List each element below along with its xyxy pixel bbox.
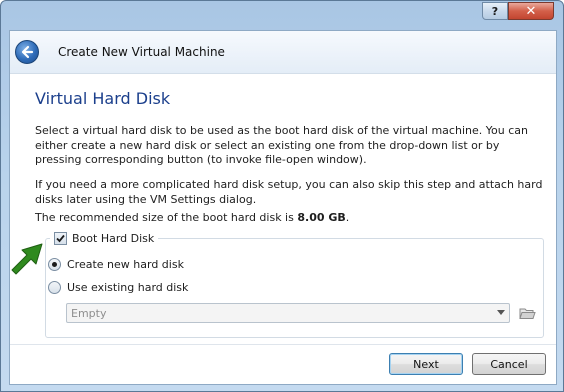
- green-arrow-icon: [11, 243, 43, 275]
- dialog-window: ? ✕ Create New Virtual Machine Virtual H…: [0, 0, 564, 392]
- window-titlebar: ? ✕: [1, 1, 564, 29]
- use-existing-disk-radio[interactable]: [48, 280, 61, 294]
- recommended-size-suffix: .: [345, 211, 350, 224]
- footer-divider: [10, 344, 556, 345]
- existing-disk-select[interactable]: Empty: [66, 303, 510, 323]
- cancel-button[interactable]: Cancel: [472, 353, 546, 375]
- boot-disk-checkbox[interactable]: [54, 231, 67, 245]
- next-button[interactable]: Next: [389, 353, 463, 375]
- hint-paragraph: If you need a more complicated hard disk…: [35, 178, 543, 206]
- boot-disk-checkbox-row[interactable]: Boot Hard Disk: [50, 230, 159, 246]
- create-new-disk-label: Create new hard disk: [67, 257, 184, 271]
- page-title: Virtual Hard Disk: [35, 89, 171, 108]
- window-title: Create New Virtual Machine: [58, 45, 225, 59]
- wizard-header: Create New Virtual Machine: [10, 31, 556, 74]
- folder-open-icon[interactable]: [518, 304, 536, 322]
- help-button[interactable]: ?: [482, 2, 508, 20]
- chevron-down-icon: [497, 310, 505, 315]
- dialog-body: Create New Virtual Machine Virtual Hard …: [9, 30, 557, 385]
- boot-disk-label: Boot Hard Disk: [72, 231, 155, 245]
- intro-paragraph: Select a virtual hard disk to be used as…: [35, 124, 528, 166]
- use-existing-disk-option[interactable]: Use existing hard disk: [48, 279, 188, 295]
- existing-disk-select-value: Empty: [71, 306, 107, 320]
- back-arrow-icon[interactable]: [15, 40, 39, 64]
- create-new-disk-option[interactable]: Create new hard disk: [48, 256, 184, 272]
- recommended-size-prefix: The recommended size of the boot hard di…: [35, 211, 298, 224]
- recommended-size-text: The recommended size of the boot hard di…: [35, 211, 545, 226]
- checkmark-icon: [56, 234, 65, 242]
- recommended-size-value: 8.00 GB: [297, 211, 346, 224]
- create-new-disk-radio[interactable]: [48, 257, 61, 271]
- radio-selected-dot: [52, 261, 57, 267]
- use-existing-disk-label: Use existing hard disk: [67, 280, 189, 294]
- close-button[interactable]: ✕: [508, 2, 554, 20]
